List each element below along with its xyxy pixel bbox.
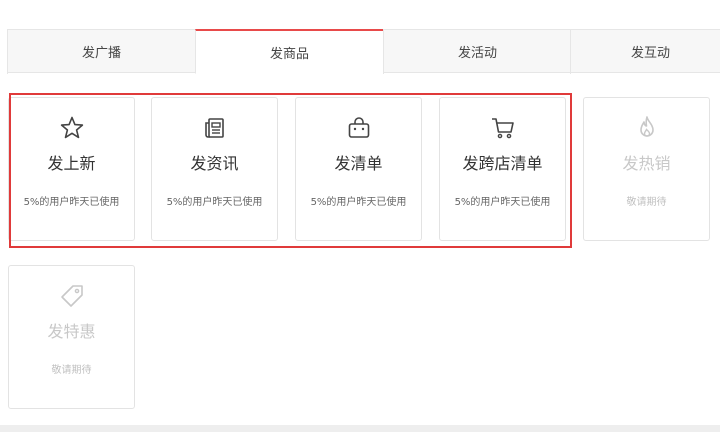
card-cross-store-list[interactable]: 发跨店清单 5%的用户昨天已使用 bbox=[439, 97, 566, 241]
card-coming-soon-text: 敬请期待 bbox=[626, 197, 667, 208]
card-usage-text: 5%的用户昨天已使用 bbox=[454, 197, 551, 208]
shopping-bag-icon bbox=[345, 114, 373, 142]
card-discount: 发特惠 敬请期待 bbox=[8, 265, 135, 409]
star-icon bbox=[58, 114, 86, 142]
card-usage-text: 5%的用户昨天已使用 bbox=[310, 197, 407, 208]
tab-interaction[interactable]: 发互动 bbox=[570, 29, 720, 74]
tab-broadcast[interactable]: 发广播 bbox=[7, 29, 195, 74]
card-title: 发特惠 bbox=[47, 322, 96, 341]
card-title: 发热销 bbox=[622, 154, 671, 173]
shopping-cart-icon bbox=[489, 114, 517, 142]
fire-icon bbox=[633, 114, 661, 142]
card-title: 发上新 bbox=[47, 154, 96, 173]
card-usage-text: 5%的用户昨天已使用 bbox=[23, 197, 120, 208]
card-title: 发资讯 bbox=[190, 154, 239, 173]
content-type-tabs: 发广播 发商品 发活动 发互动 bbox=[7, 29, 720, 74]
tag-icon bbox=[58, 282, 86, 310]
card-news[interactable]: 发资讯 5%的用户昨天已使用 bbox=[151, 97, 278, 241]
card-hot-sale: 发热销 敬请期待 bbox=[583, 97, 710, 241]
card-title: 发清单 bbox=[334, 154, 383, 173]
bottom-divider bbox=[0, 425, 720, 432]
card-usage-text: 5%的用户昨天已使用 bbox=[166, 197, 263, 208]
card-list[interactable]: 发清单 5%的用户昨天已使用 bbox=[295, 97, 422, 241]
card-title: 发跨店清单 bbox=[462, 154, 543, 173]
tab-product[interactable]: 发商品 bbox=[195, 29, 383, 74]
card-coming-soon-text: 敬请期待 bbox=[51, 365, 92, 376]
tab-activity[interactable]: 发活动 bbox=[383, 29, 571, 74]
newspaper-icon bbox=[201, 114, 229, 142]
card-new-arrival[interactable]: 发上新 5%的用户昨天已使用 bbox=[8, 97, 135, 241]
